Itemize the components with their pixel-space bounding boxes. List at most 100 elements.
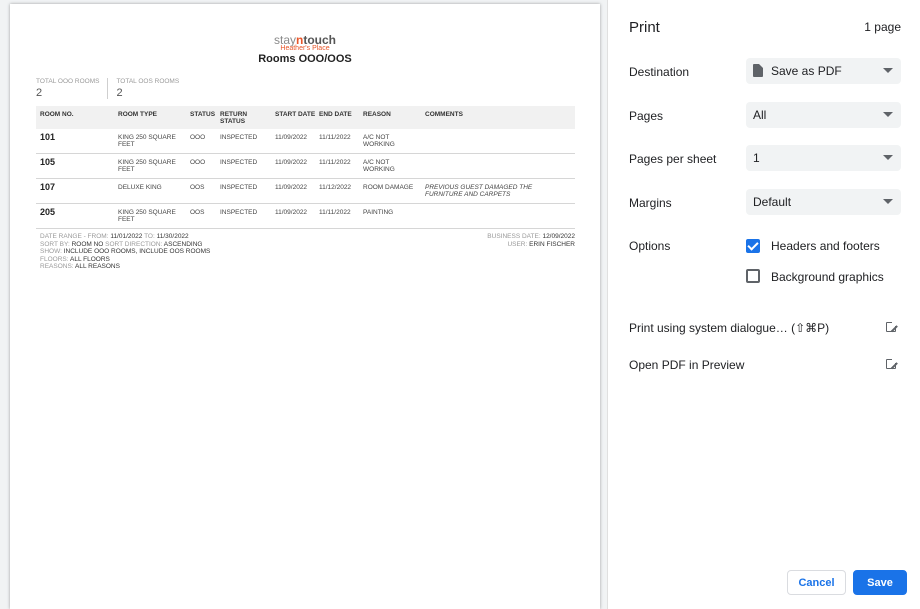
totals-summary: TOTAL OOO ROOMS 2 TOTAL OOS ROOMS 2 [36,78,187,99]
floors-value: ALL FLOORS [70,255,110,263]
show-label: SHOW: [40,248,62,255]
background-graphics-checkbox[interactable] [746,269,760,283]
print-title: Print [629,19,660,36]
table-row: 105 KING 250 SQUARE FEET OOO INSPECTED 1… [36,154,575,179]
cell-room-no: 101 [40,132,56,142]
dropdown-arrow-icon [883,199,893,204]
cell-end-date: 11/11/2022 [319,209,351,216]
col-comments: COMMENTS [425,111,463,118]
cell-status: OOS [190,209,205,216]
sort-by-label: SORT BY: [40,240,70,248]
external-link-icon [886,320,898,332]
cell-status: OOO [190,134,206,141]
cell-room-type: KING 250 SQUARE FEET [118,209,176,223]
system-dialogue-label: Print using system dialogue… (⇧⌘P) [629,321,830,335]
table-header: ROOM NO. ROOM TYPE STATUS RETURN STATUS … [36,106,575,129]
col-room-no: ROOM NO. [40,111,74,118]
total-ooo-label: TOTAL OOO ROOMS [36,78,100,85]
filter-reasons: REASONS: ALL REASONS [40,263,210,271]
date-from: 11/01/2022 [110,233,143,240]
total-oos-label: TOTAL OOS ROOMS [116,78,180,85]
cell-return-status: INSPECTED [220,209,258,216]
margins-value: Default [753,195,792,209]
report-filters: DATE RANGE - FROM: 11/01/2022 TO: 11/30/… [40,233,210,271]
col-room-type: ROOM TYPE [118,111,158,118]
headers-footers-label: Headers and footers [771,239,880,253]
hotel-name: Heather's Place [280,45,330,52]
report-user: USER: ERIN FISCHER [487,241,575,249]
cell-room-no: 107 [40,182,56,192]
cell-comments: PREVIOUS GUEST DAMAGED THE FURNITURE AND… [425,184,533,198]
open-pdf-label: Open PDF in Preview [629,358,745,372]
total-ooo: TOTAL OOO ROOMS 2 [36,78,107,99]
date-to: 11/30/2022 [156,233,189,240]
pages-per-sheet-label: Pages per sheet [629,152,717,166]
table-row: 205 KING 250 SQUARE FEET OOS INSPECTED 1… [36,204,575,229]
col-end-date: END DATE [319,111,352,118]
system-dialogue-link[interactable]: Print using system dialogue… (⇧⌘P) [629,318,900,338]
total-oos-value: 2 [116,87,123,99]
pages-per-sheet-value: 1 [753,151,760,165]
print-preview-area: stayntouch Heather's Place Rooms OOO/OOS… [0,0,608,609]
cell-start-date: 11/09/2022 [275,159,308,166]
filter-sort: SORT BY: ROOM NO SORT DIRECTION: ASCENDI… [40,241,210,249]
total-oos: TOTAL OOS ROOMS 2 [107,78,187,99]
margins-label: Margins [629,196,672,210]
pages-value: All [753,108,767,122]
dropdown-arrow-icon [883,155,893,160]
cell-return-status: INSPECTED [220,184,258,191]
destination-select[interactable]: Save as PDF [746,58,901,84]
pages-select[interactable]: All [746,102,901,128]
print-sidebar: Print 1 page Destination Save as PDF Pag… [609,0,920,609]
cancel-button[interactable]: Cancel [787,570,846,595]
col-return-status: RETURN STATUS [220,111,248,125]
cell-reason: PAINTING [363,209,394,216]
headers-footers-checkbox[interactable] [746,239,760,253]
margins-select[interactable]: Default [746,189,901,215]
external-link-icon [886,357,898,369]
cell-return-status: INSPECTED [220,159,258,166]
cell-end-date: 11/11/2022 [319,134,351,141]
cell-start-date: 11/09/2022 [275,134,308,141]
cell-room-type: KING 250 SQUARE FEET [118,159,176,173]
report-title: Rooms OOO/OOS [258,53,352,65]
page-count: 1 page [864,20,901,34]
open-pdf-preview-link[interactable]: Open PDF in Preview [629,355,900,375]
pages-label: Pages [629,109,664,123]
cell-reason: ROOM DAMAGE [363,184,414,191]
col-reason: REASON [363,111,391,118]
business-info: BUSINESS DATE: 12/09/2022 USER: ERIN FIS… [487,233,575,248]
total-ooo-value: 2 [36,87,43,99]
business-date: BUSINESS DATE: 12/09/2022 [487,233,575,241]
table-row: 101 KING 250 SQUARE FEET OOO INSPECTED 1… [36,129,575,154]
user-label: USER: [507,240,528,248]
preview-page: stayntouch Heather's Place Rooms OOO/OOS… [10,4,600,609]
cell-status: OOS [190,184,205,191]
rooms-table: ROOM NO. ROOM TYPE STATUS RETURN STATUS … [36,106,575,229]
save-button[interactable]: Save [853,570,907,595]
cell-room-type: DELUXE KING [118,184,162,191]
col-status: STATUS [190,111,216,118]
show-value: INCLUDE OOO ROOMS, INCLUDE OOS ROOMS [63,248,211,255]
date-to-label: TO: [144,233,155,240]
cell-room-no: 105 [40,157,56,167]
table-row: 107 DELUXE KING OOS INSPECTED 11/09/2022… [36,179,575,204]
cell-reason: A/C NOT WORKING [363,159,395,173]
cell-end-date: 11/11/2022 [319,159,351,166]
filter-floors: FLOORS: ALL FLOORS [40,256,210,264]
cell-room-no: 205 [40,207,56,217]
cell-reason: A/C NOT WORKING [363,134,395,148]
dropdown-arrow-icon [883,112,893,117]
user-value: ERIN FISCHER [529,240,575,248]
cell-room-type: KING 250 SQUARE FEET [118,134,176,148]
sort-direction-label: SORT DIRECTION: [105,240,163,248]
background-graphics-label: Background graphics [771,270,884,284]
business-date-label: BUSINESS DATE: [487,233,541,240]
floors-label: FLOORS: [40,255,69,263]
reasons-label: REASONS: [40,263,74,270]
filter-show: SHOW: INCLUDE OOO ROOMS, INCLUDE OOS ROO… [40,248,210,256]
pages-per-sheet-select[interactable]: 1 [746,145,901,171]
cell-end-date: 11/12/2022 [319,184,352,191]
business-date-value: 12/09/2022 [542,233,575,240]
cell-return-status: INSPECTED [220,134,258,141]
